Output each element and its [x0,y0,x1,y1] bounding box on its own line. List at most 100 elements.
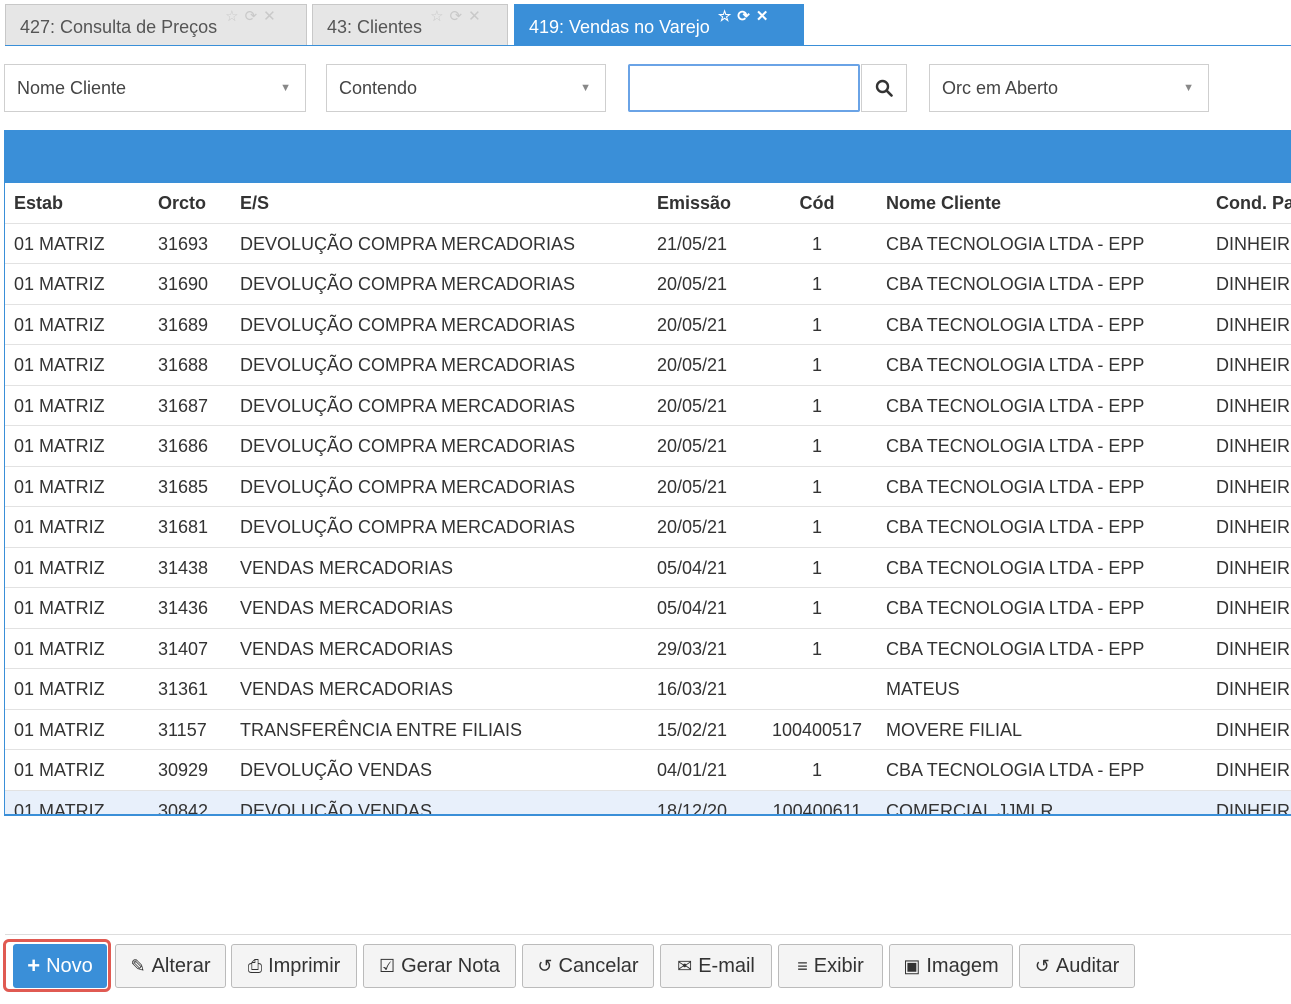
table-row[interactable]: 01 MATRIZ 31157 TRANSFERÊNCIA ENTRE FILIAI… [5,710,1291,750]
tab-vendas-varejo[interactable]: 419: Vendas no Varejo ☆ ⟳ ✕ [514,4,804,45]
cell-estab: 01 MATRIZ [14,476,105,497]
button-label: Alterar [151,954,211,977]
cell-orcto: 31681 [158,517,209,537]
auditar-button[interactable]: ↺ Auditar [1019,944,1135,988]
cell-emissao: 20/05/21 [657,274,728,294]
cell-orcto: 30929 [158,760,209,780]
cell-emissao: 04/01/21 [657,760,728,780]
column-header-orcto[interactable]: Orcto [158,193,206,214]
email-button[interactable]: ✉ E-mail [660,944,772,988]
table-row[interactable]: 01 MATRIZ 31689 DEVOLUÇÃO COMPRA MERCADORI… [5,305,1291,345]
cell-emissao: 29/03/21 [657,638,728,659]
tab-bar: 427: Consulta de Preços ☆ ⟳ ✕ 43: Client… [0,0,1291,46]
cell-estab: 01 MATRIZ [14,395,105,416]
table-row[interactable]: 01 MATRIZ 31693 DEVOLUÇÃO COMPRA MERCADORI… [5,224,1291,264]
cancelar-button[interactable]: ↺ Cancelar [522,944,654,988]
cell-nome-cliente: CBA TECNOLOGIA LTDA - EPP [886,557,1145,578]
button-label: Auditar [1055,954,1120,977]
cell-cond-pag: DINHEIR [1216,476,1291,497]
refresh-icon[interactable]: ⟳ [737,7,750,25]
star-icon[interactable]: ☆ [225,7,238,25]
cell-orcto: 31687 [158,395,209,416]
cell-estab: 01 MATRIZ [14,517,105,537]
exibir-button[interactable]: ≡ Exibir [778,944,883,988]
check-square-icon: ☑ [378,956,396,976]
cell-cod: 1 [811,274,822,294]
table-row[interactable]: 01 MATRIZ 31688 DEVOLUÇÃO COMPRA MERCADORI… [5,345,1291,386]
column-header-cond-pag[interactable]: Cond. Pa [1216,193,1291,214]
status-select[interactable]: Orc em Aberto ▼ [929,64,1209,112]
table-row[interactable]: 01 MATRIZ 31681 DEVOLUÇÃO COMPRA MERCADORI… [5,507,1291,548]
field-select[interactable]: Nome Cliente ▼ [4,64,306,112]
cell-estab: 01 MATRIZ [14,274,105,294]
cell-cod: 1 [811,638,822,659]
refresh-icon[interactable]: ⟳ [450,7,463,25]
refresh-icon[interactable]: ⟳ [245,7,258,25]
cell-nome-cliente: CBA TECNOLOGIA LTDA - EPP [886,355,1145,375]
search-input[interactable] [628,64,860,112]
cell-orcto: 30842 [158,800,209,816]
cell-cod: 1 [811,436,822,456]
cell-estab: 01 MATRIZ [14,679,105,699]
button-label: Imagem [926,954,999,977]
imagem-button[interactable]: ▣ Imagem [889,944,1013,988]
star-icon[interactable]: ☆ [430,7,443,25]
plus-icon: + [27,953,41,978]
tab-consulta-precos[interactable]: 427: Consulta de Preços ☆ ⟳ ✕ [5,4,307,45]
table-row[interactable]: 01 MATRIZ 31687 DEVOLUÇÃO COMPRA MERCADORI… [5,386,1291,426]
table-row[interactable]: 01 MATRIZ 31436 VENDAS MERCADORIAS 05/04/21… [5,588,1291,629]
cell-orcto: 31407 [158,638,209,659]
star-icon[interactable]: ☆ [718,7,731,25]
caret-down-icon: ▼ [280,82,291,94]
operator-select-value: Contendo [339,77,418,98]
tab-clientes[interactable]: 43: Clientes ☆ ⟳ ✕ [312,4,508,45]
cell-emissao: 20/05/21 [657,395,728,416]
column-header-es[interactable]: E/S [240,193,269,214]
pencil-icon: ✎ [130,956,146,976]
field-select-value: Nome Cliente [17,77,127,98]
tab-label: 43: Clientes [327,17,423,37]
table-row[interactable]: 01 MATRIZ 30842 DEVOLUÇÃO VENDAS 18/12/20 10… [5,790,1291,816]
cell-cond-pag: DINHEIR [1216,355,1291,375]
cell-es: VENDAS MERCADORIAS [240,638,454,659]
column-header-nome-cliente[interactable]: Nome Cliente [886,193,1001,214]
cell-emissao: 20/05/21 [657,517,728,537]
cell-orcto: 31157 [158,719,207,740]
close-icon[interactable]: ✕ [756,7,769,25]
caret-down-icon: ▼ [580,82,591,94]
envelope-icon: ✉ [677,956,693,976]
operator-select[interactable]: Contendo ▼ [326,64,606,112]
close-icon[interactable]: ✕ [468,7,481,25]
search-button[interactable] [861,64,907,112]
close-icon[interactable]: ✕ [263,7,276,25]
table-row[interactable]: 01 MATRIZ 31685 DEVOLUÇÃO COMPRA MERCADORI… [5,467,1291,507]
table-row[interactable]: 01 MATRIZ 31407 VENDAS MERCADORIAS 29/03/21… [5,629,1291,669]
table-row[interactable]: 01 MATRIZ 31690 DEVOLUÇÃO COMPRA MERCADORI… [5,264,1291,305]
table-row[interactable]: 01 MATRIZ 31686 DEVOLUÇÃO COMPRA MERCADORI… [5,426,1291,467]
imprimir-button[interactable]: ⎙ Imprimir [231,944,357,988]
table-header: Estab Orcto E/S Emissão Cód Nome Cliente… [5,183,1291,224]
gerar-nota-button[interactable]: ☑ Gerar Nota [363,944,516,988]
cell-cond-pag: DINHEIR [1216,679,1291,699]
table-row[interactable]: 01 MATRIZ 31361 VENDAS MERCADORIAS 16/03/21… [5,669,1291,710]
cell-es: VENDAS MERCADORIAS [240,557,454,578]
cell-nome-cliente: COMERCIAL JJMLR [886,800,1054,816]
novo-button[interactable]: + Novo [13,944,107,988]
cell-es: DEVOLUÇÃO COMPRA MERCADORIAS [240,476,576,497]
cell-es: TRANSFERÊNCIA ENTRE FILIAIS [240,719,523,740]
column-header-cod[interactable]: Cód [760,193,874,214]
column-header-estab[interactable]: Estab [14,193,63,214]
alterar-button[interactable]: ✎ Alterar [115,944,226,988]
cell-nome-cliente: CBA TECNOLOGIA LTDA - EPP [886,638,1145,659]
cell-nome-cliente: CBA TECNOLOGIA LTDA - EPP [886,598,1145,618]
table-row[interactable]: 01 MATRIZ 31438 VENDAS MERCADORIAS 05/04/21… [5,548,1291,588]
cell-estab: 01 MATRIZ [14,719,105,740]
grid-toolbar [5,130,1291,183]
cell-orcto: 31436 [158,598,209,618]
cell-cod: 100400517 [771,719,863,740]
cell-estab: 01 MATRIZ [14,800,105,816]
column-header-emissao[interactable]: Emissão [657,193,731,214]
cell-emissao: 20/05/21 [657,476,728,497]
table-row[interactable]: 01 MATRIZ 30929 DEVOLUÇÃO VENDAS 04/01/21 1 C… [5,750,1291,791]
cell-cod: 1 [811,760,822,780]
